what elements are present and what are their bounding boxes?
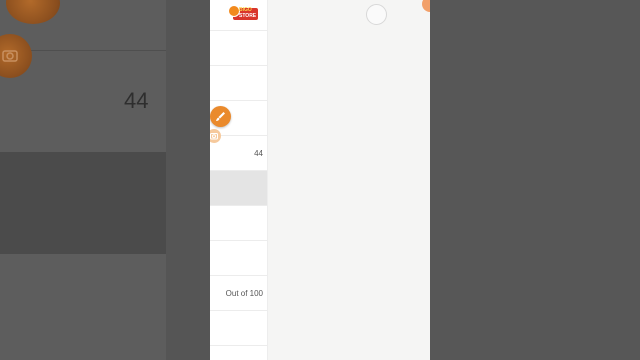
list-row[interactable] [210,31,267,66]
dimmed-background-left: 44 [0,0,210,360]
list-row[interactable] [210,206,267,241]
bigo-store-badge[interactable]: BIGO STORE [228,4,259,22]
blurred-row [0,254,166,360]
blurred-selected-row [0,152,166,254]
row-value: Out of 100 [225,289,263,298]
list-row-header[interactable]: BIGO STORE [210,0,267,31]
list-row[interactable] [210,66,267,101]
list-row-selected[interactable] [210,171,267,206]
camera-icon [210,133,218,140]
list-row[interactable]: Out of 100 [210,276,267,311]
notification-dot-icon[interactable] [422,0,430,12]
badge-line-2: STORE [239,13,257,19]
edit-brush-button[interactable] [210,106,231,127]
list-row[interactable] [210,311,267,346]
side-list-panel: BIGO STORE 44 Out of 100 [210,0,268,360]
row-value: 44 [254,149,263,158]
loading-spinner-icon [366,4,387,25]
phone-screen: BIGO STORE 44 Out of 100 [210,0,430,360]
blurred-value: 44 [124,88,149,113]
camera-button[interactable] [210,129,221,143]
paint-brush-icon [216,112,225,121]
dimmed-background-right [430,0,640,360]
list-row[interactable] [210,241,267,276]
blurred-gutter [166,0,210,360]
blurred-camera-icon [0,34,32,78]
